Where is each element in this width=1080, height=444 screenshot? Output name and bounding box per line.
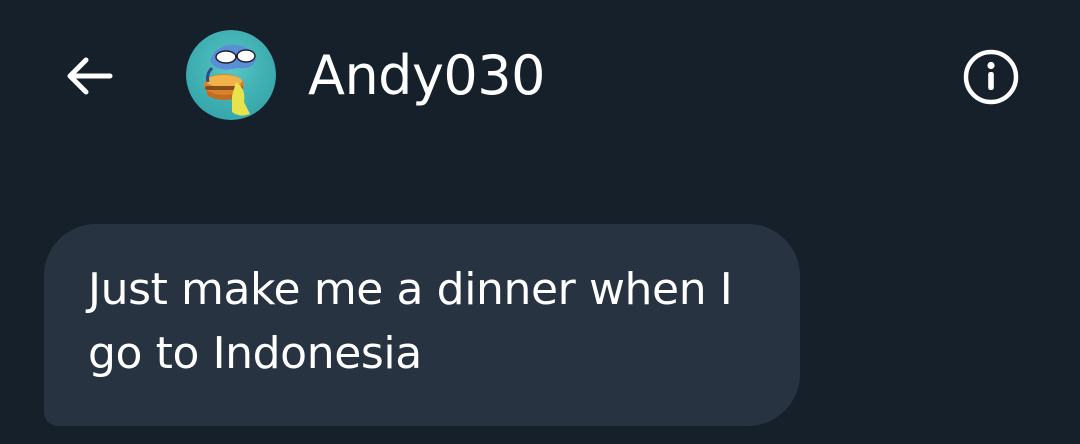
info-button[interactable] [956,44,1026,114]
user-name[interactable]: Andy030 [308,44,545,108]
message-list: Just make me a dinner when I go to Indon… [0,150,1080,444]
dm-conversation-screen: Andy030 Just make me a dinner when I go … [0,0,1080,444]
conversation-header: Andy030 [0,0,1080,150]
arrow-left-icon [67,57,113,95]
message-text: Just make me a dinner when I go to Indon… [88,264,733,379]
back-button[interactable] [54,44,124,108]
avatar-image [186,30,276,120]
avatar[interactable] [186,30,276,120]
info-circle-icon [963,49,1019,105]
message-bubble-received[interactable]: Just make me a dinner when I go to Indon… [44,224,800,426]
